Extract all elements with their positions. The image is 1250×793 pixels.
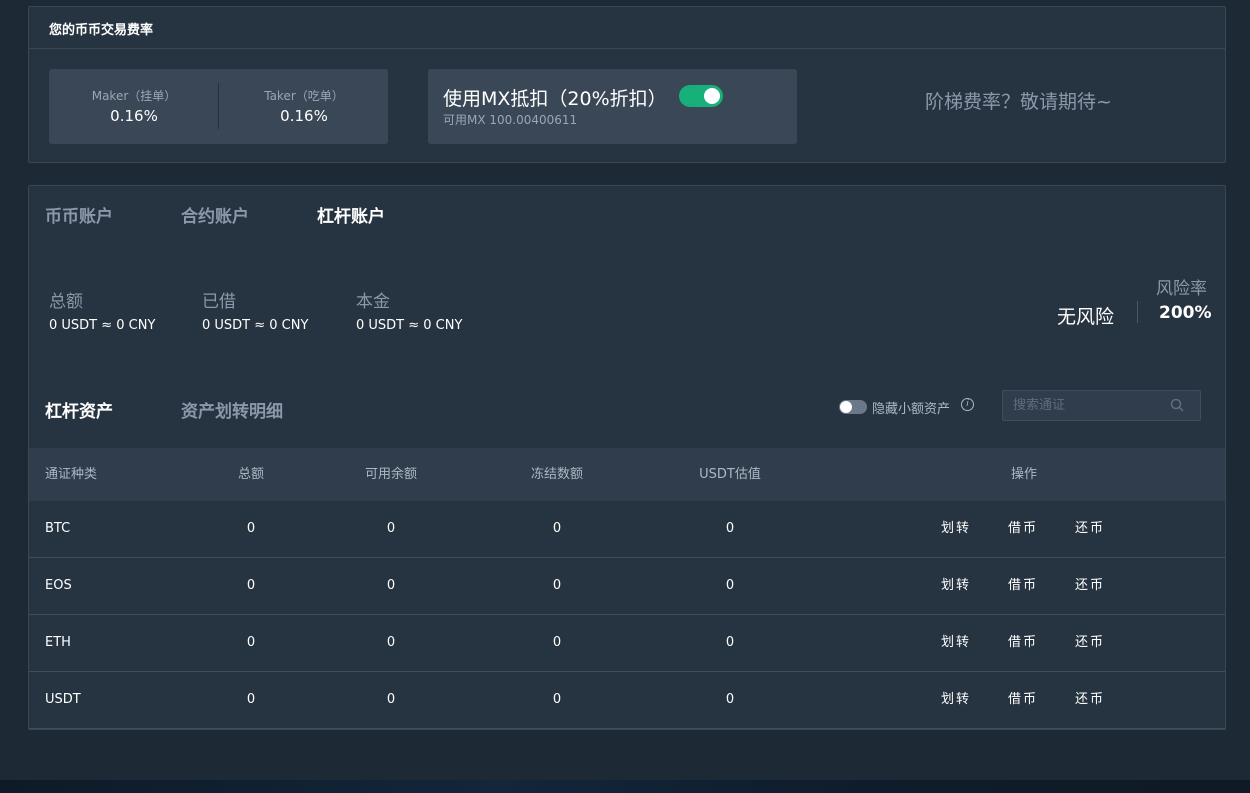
rate-box: Maker（挂单） 0.16% Taker（吃单） 0.16% <box>49 69 388 144</box>
borrow-button[interactable]: 借币 <box>1008 558 1038 614</box>
fee-divider <box>29 48 1225 49</box>
mx-discount-toggle[interactable] <box>679 85 723 107</box>
borrow-button[interactable]: 借币 <box>1008 615 1038 671</box>
search-icon[interactable] <box>1169 397 1185 413</box>
cell-usdt-value: 0 <box>725 521 735 536</box>
tab-contract-account[interactable]: 合约账户 <box>181 202 249 227</box>
cell-coin: EOS <box>45 578 72 593</box>
fee-rate-panel: 您的币币交易费率 Maker（挂单） 0.16% Taker（吃单） 0.16%… <box>28 6 1226 163</box>
search-input[interactable] <box>1003 391 1173 420</box>
fee-rate-title: 您的币币交易费率 <box>49 23 154 38</box>
cell-total: 0 <box>246 521 256 536</box>
summary-total-label: 总额 <box>49 292 83 312</box>
header-available: 可用余额 <box>364 467 418 482</box>
cell-total: 0 <box>246 692 256 707</box>
repay-button[interactable]: 还币 <box>1075 615 1105 671</box>
header-total: 总额 <box>237 467 265 482</box>
cell-usdt-value: 0 <box>725 578 735 593</box>
summary-principal: 本金 0 USDT ≈ 0 CNY <box>356 287 462 333</box>
risk-rate-value: 200% <box>1159 303 1212 323</box>
search-box <box>1002 390 1201 421</box>
risk-rate-label: 风险率 <box>1156 279 1207 299</box>
cell-total: 0 <box>246 578 256 593</box>
taker-label: Taker（吃单） <box>264 89 344 103</box>
cell-total: 0 <box>246 635 256 650</box>
summary-borrowed: 已借 0 USDT ≈ 0 CNY <box>202 287 308 333</box>
cell-available: 0 <box>386 521 396 536</box>
summary-total-value: 0 USDT ≈ 0 CNY <box>49 318 156 333</box>
transfer-button[interactable]: 划转 <box>941 615 971 671</box>
cell-frozen: 0 <box>552 578 562 593</box>
summary-total: 总额 0 USDT ≈ 0 CNY <box>49 287 155 333</box>
cell-frozen: 0 <box>552 692 562 707</box>
page-footer-strip <box>0 780 1250 793</box>
info-icon[interactable]: i <box>961 398 974 411</box>
cell-coin: ETH <box>45 635 71 650</box>
header-coin: 通证种类 <box>45 467 98 482</box>
summary-borrowed-label: 已借 <box>202 292 236 312</box>
borrow-button[interactable]: 借币 <box>1008 501 1038 557</box>
table-row: BTC 0 0 0 0 划转 借币 还币 <box>29 501 1225 558</box>
cell-available: 0 <box>386 692 396 707</box>
repay-button[interactable]: 还币 <box>1075 558 1105 614</box>
transfer-button[interactable]: 划转 <box>941 672 971 728</box>
maker-label: Maker（挂单） <box>91 89 177 103</box>
repay-button[interactable]: 还币 <box>1075 501 1105 557</box>
tab-transfer-history[interactable]: 资产划转明细 <box>181 397 283 422</box>
taker-value: 0.16% <box>280 107 328 125</box>
hide-small-assets-label[interactable]: 隐藏小额资产 <box>872 398 950 417</box>
transfer-button[interactable]: 划转 <box>941 558 971 614</box>
mx-discount-box: 使用MX抵扣（20%折扣） 可用MX 100.00400611 <box>428 69 797 144</box>
cell-frozen: 0 <box>552 635 562 650</box>
cell-usdt-value: 0 <box>725 635 735 650</box>
cell-usdt-value: 0 <box>725 692 735 707</box>
transfer-button[interactable]: 划转 <box>941 501 971 557</box>
header-usdt-value: USDT估值 <box>699 467 761 482</box>
summary-borrowed-value: 0 USDT ≈ 0 CNY <box>202 318 309 333</box>
toggle-knob <box>840 401 852 413</box>
cell-coin: BTC <box>45 521 71 536</box>
cell-available: 0 <box>386 635 396 650</box>
table-row: USDT 0 0 0 0 划转 借币 还币 <box>29 672 1225 729</box>
header-frozen: 冻结数额 <box>530 467 584 482</box>
tab-spot-account[interactable]: 币币账户 <box>45 202 113 227</box>
header-actions: 操作 <box>1010 467 1038 482</box>
mx-available: 可用MX 100.00400611 <box>443 113 578 127</box>
mx-discount-title: 使用MX抵扣（20%折扣） <box>443 88 667 110</box>
ladder-fee-text: 阶梯费率？敬请期待~ <box>925 91 1112 113</box>
table-header: 通证种类 总额 可用余额 冻结数额 USDT估值 操作 <box>29 448 1225 501</box>
cell-available: 0 <box>386 578 396 593</box>
table-row: EOS 0 0 0 0 划转 借币 还币 <box>29 558 1225 615</box>
risk-status: 无风险 <box>1057 306 1115 328</box>
risk-separator <box>1137 301 1138 323</box>
cell-coin: USDT <box>45 692 81 707</box>
account-panel: 币币账户 合约账户 杠杆账户 总额 0 USDT ≈ 0 CNY 已借 0 US… <box>28 185 1226 730</box>
hide-small-assets-toggle[interactable] <box>839 400 867 414</box>
tab-margin-assets[interactable]: 杠杆资产 <box>45 397 113 422</box>
table-row: ETH 0 0 0 0 划转 借币 还币 <box>29 615 1225 672</box>
borrow-button[interactable]: 借币 <box>1008 672 1038 728</box>
maker-rate: Maker（挂单） 0.16% <box>49 69 219 144</box>
tab-margin-account[interactable]: 杠杆账户 <box>317 202 385 227</box>
summary-principal-value: 0 USDT ≈ 0 CNY <box>356 318 463 333</box>
summary-principal-label: 本金 <box>356 292 390 312</box>
toggle-knob <box>704 88 720 104</box>
maker-value: 0.16% <box>110 107 158 125</box>
cell-frozen: 0 <box>552 521 562 536</box>
repay-button[interactable]: 还币 <box>1075 672 1105 728</box>
taker-rate: Taker（吃单） 0.16% <box>219 69 389 144</box>
